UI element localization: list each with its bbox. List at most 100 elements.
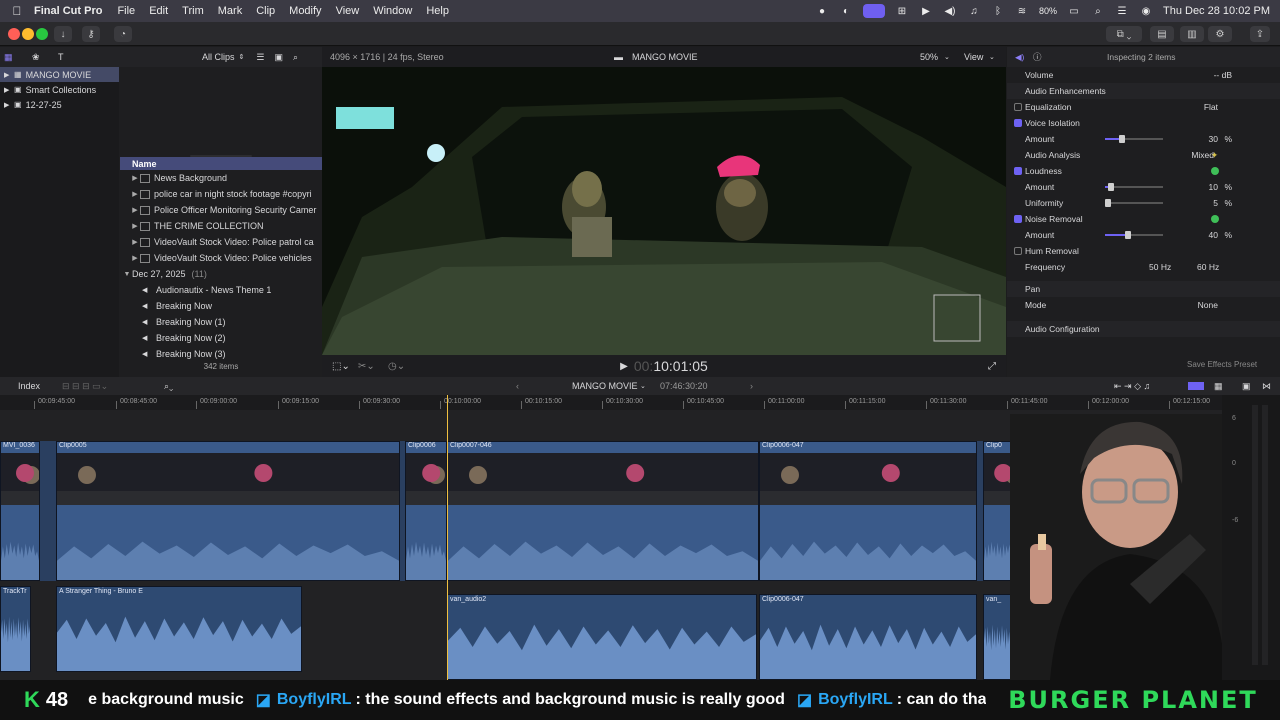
- disclosure-icon[interactable]: ▶: [130, 206, 140, 214]
- playhead[interactable]: [447, 395, 448, 680]
- disclosure-icon[interactable]: ▶: [130, 174, 140, 182]
- enable-checkbox[interactable]: [1014, 103, 1022, 111]
- library-item[interactable]: ▶ ▦ MANGO MOVIE: [0, 67, 119, 82]
- audio-clip-row[interactable]: ◀ Breaking Now (2): [120, 330, 322, 346]
- menu-help[interactable]: Help: [426, 5, 449, 17]
- viewer-timecode[interactable]: 10:01:05: [653, 358, 708, 374]
- amount-slider[interactable]: [1105, 183, 1163, 191]
- disclosure-icon[interactable]: ▶: [130, 222, 140, 230]
- menubar-clock[interactable]: Thu Dec 28 10:02 PM: [1163, 5, 1270, 17]
- amount-slider[interactable]: [1104, 199, 1163, 207]
- column-header-name[interactable]: Name: [120, 157, 322, 170]
- share-icon[interactable]: ⇪: [1250, 26, 1270, 42]
- slider-value[interactable]: 10: [1209, 182, 1218, 192]
- freq-50-value[interactable]: 50 Hz: [1149, 262, 1171, 272]
- eq-dropdown[interactable]: Flat: [1204, 102, 1218, 112]
- disclosure-icon[interactable]: ▶: [130, 190, 140, 198]
- siri-icon[interactable]: ◉: [1139, 4, 1153, 18]
- search-icon[interactable]: ⌕: [293, 52, 298, 63]
- index-button[interactable]: Index: [18, 381, 40, 391]
- clip-row[interactable]: ▶ News Background: [120, 170, 322, 186]
- screen-record-icon[interactable]: [862, 4, 885, 18]
- info-icon[interactable]: ⓘ: [1033, 51, 1042, 63]
- zoom-search-icon[interactable]: ⌕⌄: [164, 381, 173, 392]
- background-tasks-icon[interactable]: ◔: [114, 26, 132, 42]
- close-window-button[interactable]: [8, 28, 20, 40]
- menu-clip[interactable]: Clip: [256, 5, 275, 17]
- speed-icon[interactable]: ◷⌄: [388, 361, 405, 372]
- transitions-icon[interactable]: ⋈: [1262, 381, 1271, 392]
- zoom-window-button[interactable]: [36, 28, 48, 40]
- audio-clip-row[interactable]: ◀ Breaking Now: [120, 298, 322, 314]
- slider-value[interactable]: 5: [1213, 198, 1218, 208]
- apple-icon[interactable]: : [10, 4, 24, 18]
- show-inspector-icon[interactable]: ⚙: [1208, 26, 1232, 42]
- record-status-icon[interactable]: ●: [815, 4, 829, 18]
- view-menu[interactable]: View: [964, 52, 983, 62]
- video-clip[interactable]: Clip0005: [56, 441, 400, 581]
- slider-value[interactable]: 40: [1209, 230, 1218, 240]
- workspace-icon[interactable]: ⧉ ⌄: [1106, 26, 1142, 42]
- audio-clip[interactable]: A Stranger Thing - Bruno E: [56, 586, 302, 672]
- slider-knob[interactable]: [1119, 135, 1126, 143]
- timeline-project-name[interactable]: MANGO MOVIE: [572, 381, 638, 391]
- control-center-icon[interactable]: ☰: [1115, 4, 1129, 18]
- library-item[interactable]: ▶ ▣ Smart Collections: [0, 82, 119, 97]
- disclosure-open-icon[interactable]: ▼: [122, 271, 132, 278]
- audio-enhancements-section[interactable]: Audio Enhancements: [1007, 83, 1280, 99]
- clip-row[interactable]: ▶ VideoVault Stock Video: Police vehicles: [120, 250, 322, 266]
- clip-row[interactable]: ▶ police car in night stock footage #copy…: [120, 186, 322, 202]
- skimming-icon[interactable]: [1188, 382, 1204, 390]
- battery-icon[interactable]: ▭: [1067, 4, 1081, 18]
- audio-clip[interactable]: TrackTr: [0, 586, 31, 672]
- forward-icon[interactable]: ›: [750, 381, 753, 391]
- viewer-zoom[interactable]: 50%: [920, 52, 938, 62]
- show-timeline-icon[interactable]: ▥: [1180, 26, 1204, 42]
- slider-knob[interactable]: [1107, 183, 1114, 191]
- control-icon[interactable]: ◐: [839, 4, 853, 18]
- pan-section[interactable]: Pan: [1007, 281, 1280, 297]
- enable-checkbox[interactable]: [1014, 167, 1022, 175]
- date-group-row[interactable]: ▼ Dec 27, 2025 (11): [120, 266, 322, 282]
- effects-browser-icon[interactable]: ▣: [1242, 381, 1251, 392]
- clip-appearance-icon[interactable]: ▦: [1214, 381, 1223, 392]
- music-icon[interactable]: ♫: [967, 4, 981, 18]
- trim-tool-icon[interactable]: ✂⌄: [358, 361, 375, 372]
- library-item[interactable]: ▶ ▣ 12-27-25: [0, 97, 119, 112]
- disclosure-icon[interactable]: ▶: [4, 101, 10, 109]
- video-clip[interactable]: Clip0006: [405, 441, 447, 581]
- slider-value[interactable]: 30: [1209, 134, 1218, 144]
- show-browser-icon[interactable]: ▤: [1150, 26, 1174, 42]
- titles-icon[interactable]: T: [58, 52, 72, 62]
- magic-wand-icon[interactable]: ✦: [1211, 150, 1218, 161]
- play-status-icon[interactable]: ▶: [919, 4, 933, 18]
- volume-value[interactable]: -- dB: [1214, 70, 1232, 80]
- transform-icon[interactable]: ⬚⌄: [332, 361, 350, 372]
- bluetooth-icon[interactable]: ᛒ: [991, 4, 1005, 18]
- menu-window[interactable]: Window: [373, 5, 412, 17]
- amount-slider[interactable]: [1105, 135, 1163, 143]
- wifi-icon[interactable]: ≋: [1015, 4, 1029, 18]
- video-frame[interactable]: [322, 67, 1006, 355]
- menu-file[interactable]: File: [117, 5, 135, 17]
- volume-icon[interactable]: ◀): [943, 4, 957, 18]
- minimize-window-button[interactable]: [22, 28, 34, 40]
- play-icon[interactable]: ▶: [620, 361, 628, 372]
- video-clip[interactable]: MVI_0036: [0, 441, 40, 581]
- disclosure-icon[interactable]: ▶: [4, 71, 10, 79]
- list-view-icon[interactable]: ☰: [256, 52, 264, 63]
- import-icon[interactable]: ↓: [54, 26, 72, 42]
- clip-row[interactable]: ▶ THE CRIME COLLECTION: [120, 218, 322, 234]
- pan-mode-dropdown[interactable]: None: [1198, 300, 1218, 310]
- disclosure-icon[interactable]: ▶: [4, 86, 10, 94]
- freq-60-value[interactable]: 60 Hz: [1197, 262, 1219, 272]
- menu-trim[interactable]: Trim: [182, 5, 204, 17]
- audio-clip-row[interactable]: ◀ Audionautix - News Theme 1: [120, 282, 322, 298]
- append-icon[interactable]: ⊟ ⊟ ⊟ ▭⌄: [62, 381, 108, 392]
- menu-mark[interactable]: Mark: [218, 5, 242, 17]
- grid-icon[interactable]: ⊞: [895, 4, 909, 18]
- menu-view[interactable]: View: [336, 5, 360, 17]
- audio-clip[interactable]: Clip0006-047: [759, 594, 977, 680]
- audio-clip-row[interactable]: ◀ Breaking Now (1): [120, 314, 322, 330]
- disclosure-icon[interactable]: ▶: [130, 254, 140, 262]
